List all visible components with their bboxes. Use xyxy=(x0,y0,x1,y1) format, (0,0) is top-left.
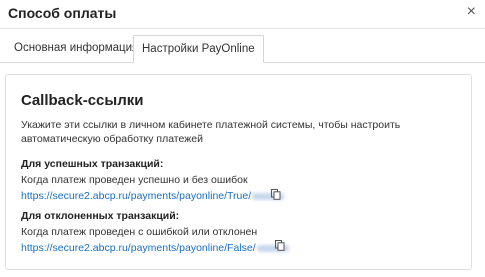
fail-url[interactable]: https://secure2.abcp.ru/payments/payonli… xyxy=(21,242,256,254)
success-url[interactable]: https://secure2.abcp.ru/payments/payonli… xyxy=(21,190,251,202)
tab-bar: Основная информация Настройки PayOnline xyxy=(0,35,485,63)
success-url-link[interactable]: https://secure2.abcp.ru/payments/payonli… xyxy=(21,190,285,202)
close-icon[interactable]: × xyxy=(467,4,476,20)
success-note: Когда платеж проведен успешно и без ошиб… xyxy=(21,174,248,186)
copy-icon[interactable] xyxy=(271,189,281,200)
section-description: Укажите эти ссылки в личном кабинете пла… xyxy=(21,119,401,145)
fail-note: Когда платеж проведен с ошибкой или откл… xyxy=(21,226,258,238)
fail-label: Для отклоненных транзакций: xyxy=(21,210,180,222)
tab-main-info[interactable]: Основная информация xyxy=(6,35,146,61)
tab-payonline-settings[interactable]: Настройки PayOnline xyxy=(133,35,264,63)
fail-url-link[interactable]: https://secure2.abcp.ru/payments/payonli… xyxy=(21,242,289,254)
section-title: Callback-ссылки xyxy=(21,92,144,109)
copy-icon[interactable] xyxy=(275,240,285,251)
success-label: Для успешных транзакций: xyxy=(21,158,164,170)
dialog-title: Способ оплаты xyxy=(8,5,117,21)
callback-panel: Callback-ссылки Укажите эти ссылки в лич… xyxy=(5,74,472,270)
dialog-header: Способ оплаты × xyxy=(0,0,485,29)
